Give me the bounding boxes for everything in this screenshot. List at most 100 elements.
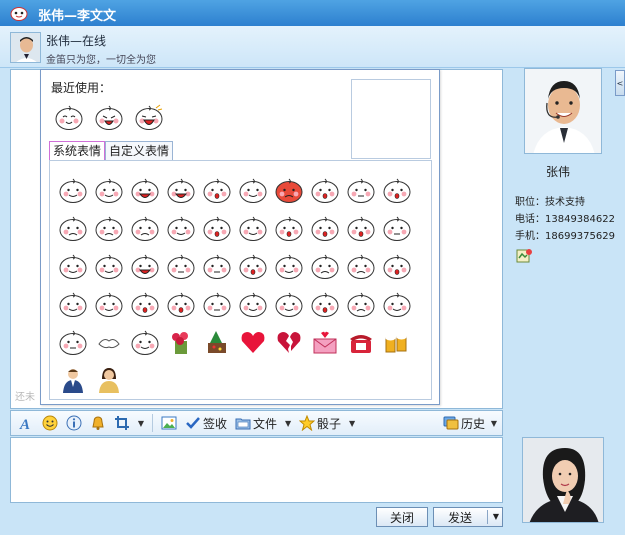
- font-icon: A: [18, 415, 34, 431]
- emoji-dizzy-icon[interactable]: [271, 209, 307, 247]
- emoji-surprise-icon[interactable]: [307, 209, 343, 247]
- emoji-blush-icon[interactable]: [235, 209, 271, 247]
- tab-system-emoji[interactable]: 系统表情: [49, 141, 106, 160]
- emoji-rain-icon[interactable]: [307, 247, 343, 285]
- emoji-sneer-icon[interactable]: [379, 285, 415, 323]
- emoji-stars-icon[interactable]: [55, 285, 91, 323]
- file-dropdown-icon[interactable]: ▼: [282, 412, 294, 434]
- recent-label: 最近使用：: [51, 81, 112, 95]
- file-label: 文件: [253, 416, 278, 431]
- input-toolbar: A ▼ 签收 文件 ▼ 骰子 ▼ 历史 ▼: [10, 410, 503, 436]
- emoji-laugh-icon[interactable]: [163, 171, 199, 209]
- emoji-shock-icon[interactable]: [307, 285, 343, 323]
- dice-dropdown-icon[interactable]: ▼: [346, 412, 358, 434]
- emoji-fire-icon[interactable]: [307, 171, 343, 209]
- info-button[interactable]: [63, 412, 85, 434]
- emoji-preview-box: [351, 79, 431, 159]
- message-hint: 还未: [15, 392, 35, 403]
- emoji-doze-icon[interactable]: [55, 323, 91, 361]
- emoji-grid: [55, 171, 415, 399]
- emoji-oops-icon[interactable]: [379, 247, 415, 285]
- send-label: 发送: [448, 510, 473, 525]
- contact-signature: 金笛只为您，一切全为您: [46, 55, 156, 66]
- sign-receive-label: 签收: [203, 416, 228, 431]
- emoji-handshake-icon[interactable]: [91, 323, 127, 361]
- history-label: 历史: [460, 416, 485, 431]
- self-photo: [522, 437, 604, 523]
- emoji-cool-icon[interactable]: [235, 171, 271, 209]
- emoji-shy-icon[interactable]: [199, 171, 235, 209]
- emoji-yawn-icon[interactable]: [127, 285, 163, 323]
- emoji-flowers-icon[interactable]: [163, 323, 199, 361]
- send-options-dropdown-icon[interactable]: ▼: [493, 512, 499, 521]
- title-bar: 张伟—李文文: [0, 0, 625, 26]
- emoji-love-icon[interactable]: [271, 247, 307, 285]
- emoji-calm-icon[interactable]: [127, 323, 163, 361]
- emoji-stress-icon[interactable]: [343, 285, 379, 323]
- emoji-sly-icon[interactable]: [91, 247, 127, 285]
- app-logo-icon: [10, 7, 28, 21]
- image-icon: [161, 415, 177, 431]
- contact-name: 张伟: [546, 165, 571, 179]
- emoji-man-icon[interactable]: [55, 361, 91, 399]
- emoji-tongue-icon[interactable]: [235, 247, 271, 285]
- emoji-phone-icon[interactable]: [343, 323, 379, 361]
- emoji-think-icon[interactable]: [163, 247, 199, 285]
- emoji-happy-icon[interactable]: [91, 171, 127, 209]
- font-button[interactable]: A: [15, 412, 37, 434]
- emoji-kiss-icon[interactable]: [343, 209, 379, 247]
- shake-button[interactable]: [87, 412, 109, 434]
- emoji-grin-icon[interactable]: [127, 171, 163, 209]
- tab-custom-emoji[interactable]: 自定义表情: [105, 141, 174, 160]
- emoji-button[interactable]: [39, 412, 61, 434]
- emoji-tabs: 系统表情 自定义表情: [49, 141, 174, 160]
- emoji-hat-icon[interactable]: [55, 247, 91, 285]
- emoji-smile-icon[interactable]: [55, 171, 91, 209]
- emoji-sweat-icon[interactable]: [379, 171, 415, 209]
- image-button[interactable]: [158, 412, 180, 434]
- emoji-nervous-icon[interactable]: [199, 209, 235, 247]
- dice-label: 骰子: [317, 416, 342, 431]
- emoji-heart-icon[interactable]: [235, 323, 271, 361]
- send-button[interactable]: 发送 ▼: [433, 507, 503, 527]
- folder-icon: [235, 415, 251, 431]
- message-input[interactable]: [10, 437, 503, 503]
- emoji-giggle-icon[interactable]: [271, 285, 307, 323]
- contact-card-icon[interactable]: [516, 248, 532, 264]
- history-icon: [443, 415, 459, 431]
- emoji-love-letter-icon[interactable]: [307, 323, 343, 361]
- contact-avatar-small[interactable]: [10, 32, 41, 63]
- emoji-cry-icon[interactable]: [91, 209, 127, 247]
- emoji-ninja-icon[interactable]: [199, 285, 235, 323]
- screenshot-dropdown-icon[interactable]: ▼: [135, 412, 147, 434]
- file-button[interactable]: 文件: [232, 412, 280, 434]
- emoji-ill-icon[interactable]: [343, 247, 379, 285]
- emoji-beer-icon[interactable]: [379, 323, 415, 361]
- emoji-woman-icon[interactable]: [91, 361, 127, 399]
- collapse-panel-toggle[interactable]: <: [615, 70, 625, 96]
- window-title: 张伟—李文文: [38, 9, 117, 24]
- emoji-bye-icon[interactable]: [91, 285, 127, 323]
- history-dropdown-icon[interactable]: ▼: [488, 412, 500, 434]
- recent-emoji-smile[interactable]: [51, 98, 87, 136]
- emoji-shout-icon[interactable]: [163, 285, 199, 323]
- emoji-sign-icon[interactable]: [343, 171, 379, 209]
- emoji-angry-icon[interactable]: [271, 171, 307, 209]
- emoji-tears-icon[interactable]: [127, 209, 163, 247]
- emoji-cheer-icon[interactable]: [127, 247, 163, 285]
- close-button[interactable]: 关闭: [376, 507, 428, 527]
- emoji-broken-heart-icon[interactable]: [271, 323, 307, 361]
- screenshot-button[interactable]: [111, 412, 133, 434]
- emoji-hello-icon[interactable]: [235, 285, 271, 323]
- sign-receive-button[interactable]: 签收: [182, 412, 230, 434]
- emoji-sleepy-icon[interactable]: [379, 209, 415, 247]
- emoji-hmm-icon[interactable]: [199, 247, 235, 285]
- contact-photo: [524, 68, 602, 154]
- emoji-cake-icon[interactable]: [199, 323, 235, 361]
- recent-emoji-grin[interactable]: [91, 98, 127, 136]
- emoji-sad-icon[interactable]: [55, 209, 91, 247]
- emoji-wink-icon[interactable]: [163, 209, 199, 247]
- history-button[interactable]: 历史: [440, 412, 488, 434]
- dice-button[interactable]: 骰子: [296, 412, 344, 434]
- recent-emoji-laugh[interactable]: [131, 98, 167, 136]
